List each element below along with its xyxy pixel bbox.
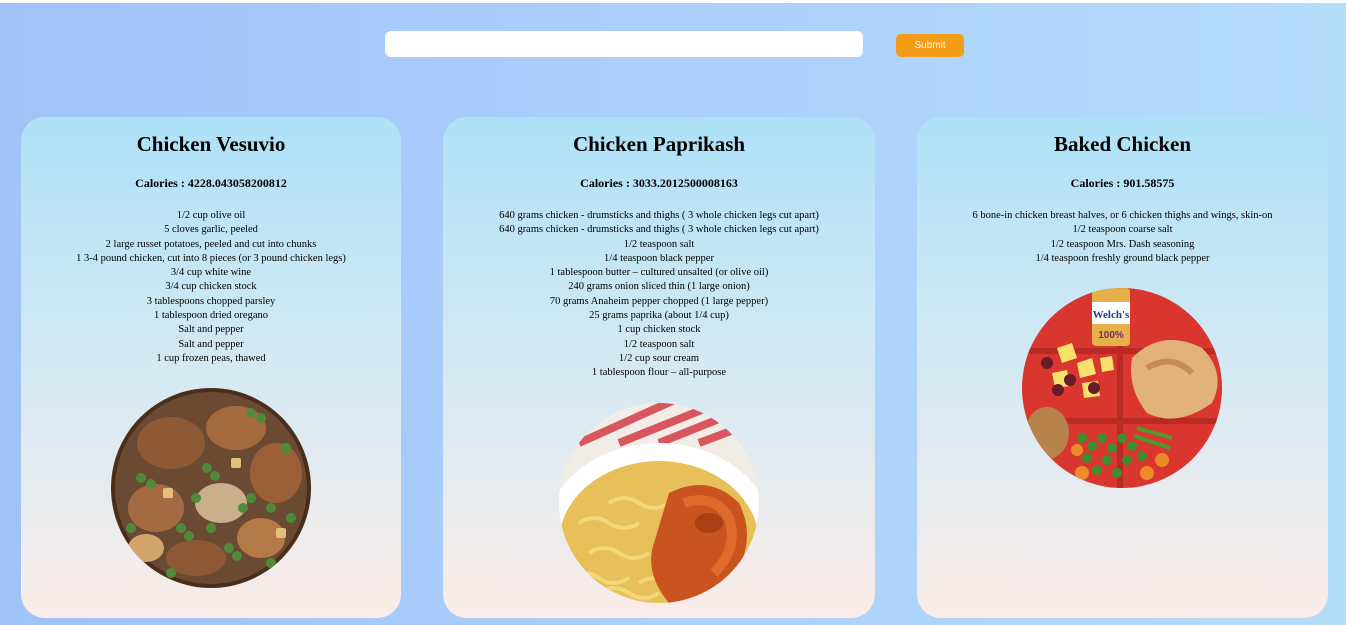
- ingredient-list: 6 bone-in chicken breast halves, or 6 ch…: [917, 209, 1328, 266]
- ingredient-item: 1 tablespoon butter – cultured unsalted …: [549, 267, 769, 279]
- ingredient-item: 3/4 cup chicken stock: [165, 281, 257, 293]
- ingredient-item: 3 tablespoons chopped parsley: [146, 295, 276, 307]
- ingredient-item: 1/4 teaspoon freshly ground black pepper: [1035, 252, 1210, 264]
- recipe-card-chicken-vesuvio: Chicken Vesuvio Calories : 4228.04305820…: [21, 117, 401, 618]
- ingredient-item: 1 tablespoon dried oregano: [153, 310, 268, 322]
- ingredient-item: 1/4 teaspoon black pepper: [604, 252, 714, 264]
- ingredient-item: 6 bone-in chicken breast halves, or 6 ch…: [972, 210, 1273, 221]
- recipe-title: Chicken Vesuvio: [136, 132, 286, 156]
- ingredient-item: 70 grams Anaheim pepper chopped (1 large…: [549, 295, 769, 307]
- ingredient-list: 640 grams chicken - drumsticks and thigh…: [443, 209, 875, 381]
- recipe-calories: Calories : 3033.2012500008163: [580, 176, 738, 190]
- ingredient-item: 640 grams chicken - drumsticks and thigh…: [499, 224, 819, 236]
- ingredient-item: 1 cup chicken stock: [617, 324, 701, 336]
- submit-button[interactable]: Submit: [896, 34, 964, 57]
- search-input[interactable]: [385, 31, 863, 57]
- ingredient-item: 640 grams chicken - drumsticks and thigh…: [499, 210, 819, 221]
- ingredient-item: 1/2 teaspoon Mrs. Dash seasoning: [1050, 238, 1195, 250]
- recipe-image-chicken-vesuvio: [111, 388, 311, 588]
- ingredient-item: 240 grams onion sliced thin (1 large oni…: [568, 281, 750, 293]
- recipe-title: Baked Chicken: [1053, 132, 1192, 156]
- ingredient-item: 1/2 teaspoon salt: [623, 338, 695, 350]
- top-border: [0, 0, 1346, 3]
- ingredient-item: Salt and pepper: [178, 338, 244, 350]
- ingredient-item: 1/2 cup sour cream: [618, 352, 700, 364]
- ingredient-item: 1/2 cup olive oil: [176, 210, 246, 221]
- ingredient-item: 3/4 cup white wine: [170, 267, 252, 279]
- welchs-percent: 100%: [1098, 330, 1124, 341]
- ingredient-item: Salt and pepper: [178, 324, 244, 336]
- ingredient-item: 25 grams paprika (about 1/4 cup): [589, 310, 729, 322]
- ingredient-item: 1 tablespoon flour – all-purpose: [591, 367, 727, 379]
- recipe-card-chicken-paprikash: Chicken Paprikash Calories : 3033.201250…: [443, 117, 875, 618]
- ingredient-item: 1 3-4 pound chicken, cut into 8 pieces (…: [76, 252, 346, 264]
- ingredient-item: 1/2 teaspoon coarse salt: [1072, 224, 1173, 236]
- recipe-card-baked-chicken: Baked Chicken Calories : 901.58575 6 bon…: [917, 117, 1328, 618]
- ingredient-list: 1/2 cup olive oil 5 cloves garlic, peele…: [21, 209, 401, 366]
- ingredient-item: 1 cup frozen peas, thawed: [156, 352, 266, 364]
- welchs-label: Welch's: [1093, 309, 1130, 321]
- recipe-title: Chicken Paprikash: [572, 132, 746, 156]
- ingredient-item: 1/2 teaspoon salt: [623, 238, 695, 250]
- recipe-calories: Calories : 4228.043058200812: [135, 176, 287, 190]
- recipe-image-chicken-paprikash: [559, 403, 759, 603]
- ingredient-item: 5 cloves garlic, peeled: [164, 224, 258, 236]
- recipe-image-baked-chicken: Welch's 100%: [1022, 288, 1222, 488]
- ingredient-item: 2 large russet potatoes, peeled and cut …: [105, 238, 317, 250]
- recipe-calories: Calories : 901.58575: [1070, 176, 1175, 190]
